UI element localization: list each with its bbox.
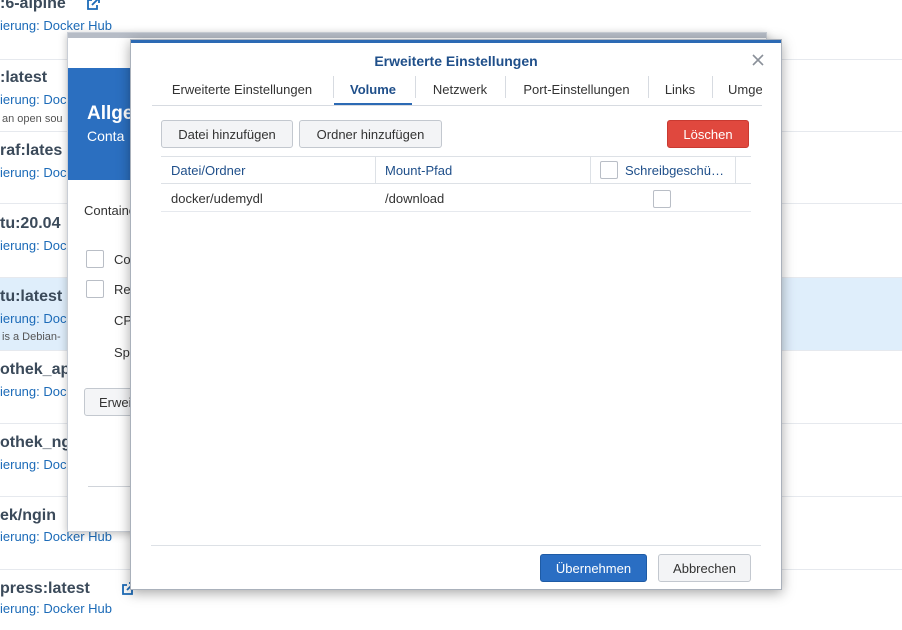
image-name: othek_ng	[0, 434, 72, 451]
tab-links[interactable]: Links	[649, 76, 711, 105]
tab-separator	[712, 76, 713, 98]
external-link-icon[interactable]	[86, 0, 100, 16]
tab-network[interactable]: Netzwerk	[416, 76, 504, 105]
image-source: ierung: Doc	[0, 311, 67, 326]
column-separator	[375, 157, 376, 184]
tab-advanced-settings[interactable]: Erweiterte Einstellungen	[152, 76, 332, 105]
delete-button[interactable]: Löschen	[667, 120, 749, 148]
container-name-label: Containe	[84, 203, 137, 218]
option-label: Co	[114, 252, 131, 267]
image-source: ierung: Doc	[0, 92, 67, 107]
table-row[interactable]: docker/udemydl /download	[161, 184, 751, 212]
wizard-banner-subtitle: Conta	[87, 128, 125, 144]
image-name: tu:latest	[0, 288, 63, 305]
tab-bar: Erweiterte Einstellungen Volume Netzwerk…	[152, 76, 762, 106]
image-name: raf:lates	[0, 142, 63, 159]
image-description: is a Debian-	[2, 331, 61, 343]
column-header-file-folder[interactable]: Datei/Ordner	[171, 157, 371, 184]
option-checkbox[interactable]	[86, 250, 104, 268]
resource-limit-checkbox[interactable]	[86, 280, 104, 298]
image-source: ierung: Doc	[0, 238, 67, 253]
column-header-mount-path[interactable]: Mount-Pfad	[385, 157, 585, 184]
image-description: an open sou	[2, 113, 63, 125]
table-header: Datei/Ordner Mount-Pfad Schreibgeschü…	[161, 156, 751, 184]
image-source: ierung: Doc	[0, 384, 67, 399]
image-name: press:latest	[0, 580, 90, 597]
wizard-banner-title: Allge	[87, 103, 134, 124]
image-name: :latest	[0, 69, 48, 86]
dialog-top-bar	[68, 33, 766, 38]
image-source: ierung: Doc	[0, 457, 67, 472]
column-separator	[735, 157, 736, 184]
dialog-title: Erweiterte Einstellungen	[374, 53, 538, 69]
image-name: ek/ngin	[0, 507, 57, 524]
read-only-select-all-checkbox[interactable]	[600, 161, 618, 179]
tab-environment[interactable]: Umge	[714, 76, 762, 105]
footer-divider	[151, 545, 761, 546]
file-folder-cell: docker/udemydl	[171, 191, 263, 206]
image-source: ierung: Doc	[0, 165, 67, 180]
close-icon[interactable]	[749, 51, 767, 69]
apply-button[interactable]: Übernehmen	[540, 554, 647, 582]
image-source: ierung: Docker Hub	[0, 601, 112, 616]
column-header-read-only[interactable]: Schreibgeschü…	[625, 157, 735, 184]
column-separator	[590, 157, 591, 184]
image-name: othek_ap	[0, 361, 71, 378]
tab-volume[interactable]: Volume	[334, 76, 412, 105]
image-name: :6-alpine	[0, 0, 66, 12]
add-folder-button[interactable]: Ordner hinzufügen	[299, 120, 442, 148]
tab-port-settings[interactable]: Port-Einstellungen	[506, 76, 647, 105]
image-name: tu:20.04	[0, 215, 61, 232]
dialog-accent-bar	[131, 40, 781, 43]
mount-path-cell: /download	[385, 191, 445, 206]
read-only-checkbox[interactable]	[653, 190, 671, 208]
add-file-button[interactable]: Datei hinzufügen	[161, 120, 293, 148]
cancel-button[interactable]: Abbrechen	[658, 554, 751, 582]
advanced-settings-dialog: Erweiterte Einstellungen Erweiterte Eins…	[130, 39, 782, 590]
image-source: ierung: Docker Hub	[0, 18, 112, 33]
